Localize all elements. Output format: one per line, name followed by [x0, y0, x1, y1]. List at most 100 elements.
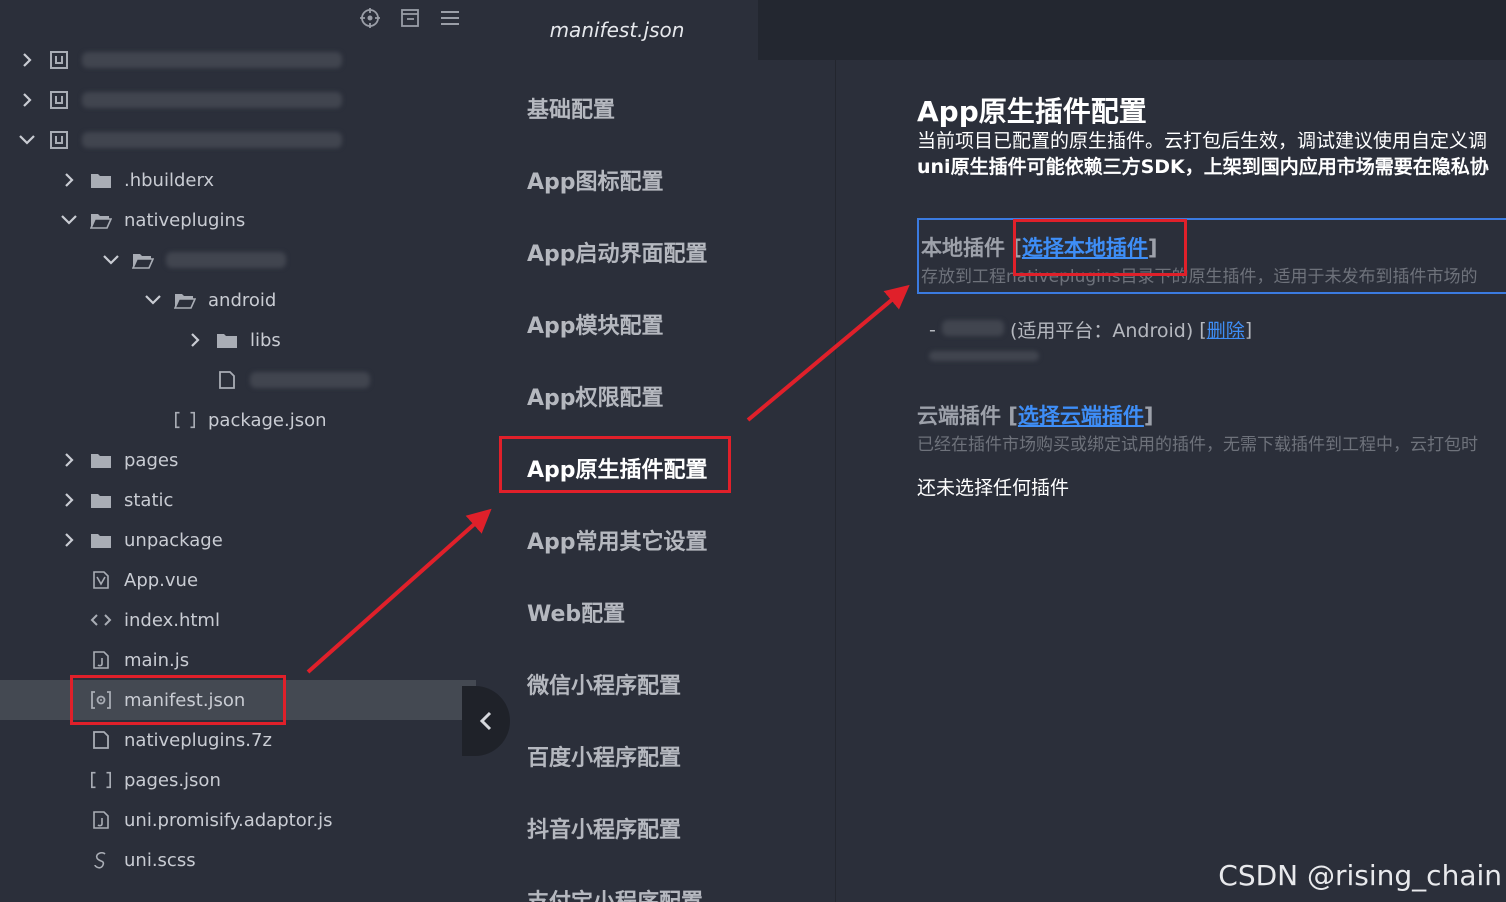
local-plugin-section: 本地插件 [选择本地插件] 存放到工程nativeplugins目录下的原生插件…: [917, 218, 1506, 294]
local-plugin-description: 存放到工程nativeplugins目录下的原生插件，适用于未发布到插件市场的: [921, 267, 1478, 287]
chevron-left-icon: [479, 711, 492, 731]
watermark: CSDN @rising_chain: [1218, 859, 1502, 892]
redacted-text: [166, 252, 286, 268]
tree-item-label: main.js: [124, 649, 190, 671]
tree-item-project-3[interactable]: [0, 120, 476, 160]
tab-manifest-json[interactable]: manifest.json: [476, 0, 758, 60]
locate-icon[interactable]: [358, 6, 382, 30]
highlight-box-manifest: [70, 675, 286, 725]
tree-item-nativeplugins-7z[interactable]: nativeplugins.7z: [0, 720, 476, 760]
chevron-right-icon[interactable]: [18, 91, 36, 109]
tree-item-label: App.vue: [124, 569, 199, 591]
tree-item-label: nativeplugins.7z: [124, 729, 272, 751]
folder-open-icon: [90, 210, 112, 230]
plugin-platform: (适用平台：Android): [1009, 320, 1194, 342]
nav-item-1[interactable]: App图标配置: [527, 164, 664, 196]
tree-item-adaptor-js[interactable]: uni.promisify.adaptor.js: [0, 800, 476, 840]
tree-item-libs[interactable]: libs: [0, 320, 476, 360]
nav-item-0[interactable]: 基础配置: [527, 92, 615, 124]
cloud-plugin-label: 云端插件: [917, 404, 1001, 428]
cloud-plugin-heading: 云端插件 [选择云端插件]: [917, 404, 1154, 428]
tab-label: manifest.json: [549, 18, 685, 42]
editor-tab-bar: manifest.json: [476, 0, 1506, 60]
redacted-text: [250, 372, 370, 388]
select-cloud-plugin-link[interactable]: 选择云端插件: [1018, 404, 1144, 428]
tree-item-index-html[interactable]: index.html: [0, 600, 476, 640]
tree-item-project-1[interactable]: [0, 40, 476, 80]
folder-icon: [90, 170, 112, 190]
nav-item-11[interactable]: 支付宝小程序配置: [527, 884, 703, 902]
plugin-config-panel: App原生插件配置 当前项目已配置的原生插件。云打包后生效，调试建议使用自定义调…: [837, 60, 1506, 902]
project-explorer: .hbuilderx nativeplugins android libs packag…: [0, 0, 476, 902]
tree-item-android[interactable]: android: [0, 280, 476, 320]
tree-item-label: unpackage: [124, 529, 223, 551]
tree-item-label: package.json: [208, 409, 327, 431]
tree-item-label: pages.json: [124, 769, 221, 791]
chevron-down-icon[interactable]: [102, 251, 120, 269]
file-icon: [216, 370, 238, 390]
folder-open-icon: [132, 250, 154, 270]
chevron-placeholder: [60, 851, 78, 869]
tree-item-pages[interactable]: pages: [0, 440, 476, 480]
tree-item-app-vue[interactable]: App.vue: [0, 560, 476, 600]
chevron-right-icon[interactable]: [186, 331, 204, 349]
empty-state-text: 还未选择任何插件: [917, 477, 1070, 499]
nav-item-6[interactable]: App常用其它设置: [527, 524, 708, 556]
nav-item-4[interactable]: App权限配置: [527, 380, 664, 412]
highlight-box-select-local: [1013, 219, 1187, 276]
tree-item-main-js[interactable]: main.js: [0, 640, 476, 680]
scss-icon: [90, 850, 112, 870]
nav-item-8[interactable]: 微信小程序配置: [527, 668, 681, 700]
chevron-right-icon[interactable]: [60, 531, 78, 549]
tree-item-plugin-folder[interactable]: [0, 240, 476, 280]
redacted-text: [82, 92, 342, 108]
chevron-down-icon[interactable]: [144, 291, 162, 309]
nav-item-10[interactable]: 抖音小程序配置: [527, 812, 681, 844]
tree-item-project-2[interactable]: [0, 80, 476, 120]
project-icon: [48, 130, 70, 150]
collapse-all-icon[interactable]: [398, 6, 422, 30]
nav-item-7[interactable]: Web配置: [527, 596, 625, 628]
tree-item-unpackage[interactable]: unpackage: [0, 520, 476, 560]
json-icon: [90, 770, 112, 790]
folder-icon: [216, 330, 238, 350]
tree-item-static[interactable]: static: [0, 480, 476, 520]
redacted-text: [82, 52, 342, 68]
chevron-placeholder: [60, 771, 78, 789]
chevron-down-icon[interactable]: [18, 131, 36, 149]
tree-item-blurred-file[interactable]: [0, 360, 476, 400]
explorer-toolbar: [358, 6, 462, 30]
privacy-notice: uni原生插件可能依赖三方SDK，上架到国内应用市场需要在隐私协: [917, 156, 1489, 178]
chevron-down-icon[interactable]: [60, 211, 78, 229]
local-plugin-label: 本地插件: [921, 236, 1005, 260]
js-icon: [90, 650, 112, 670]
tree-item-hbuilderx[interactable]: .hbuilderx: [0, 160, 476, 200]
file-icon: [90, 730, 112, 750]
chevron-right-icon[interactable]: [18, 51, 36, 69]
folder-icon: [90, 490, 112, 510]
chevron-right-icon[interactable]: [60, 491, 78, 509]
chevron-placeholder: [144, 411, 162, 429]
tree-item-nativeplugins[interactable]: nativeplugins: [0, 200, 476, 240]
folder-icon: [90, 530, 112, 550]
html-icon: [90, 610, 112, 630]
tree-item-label: index.html: [124, 609, 220, 631]
tree-item-pages-json[interactable]: pages.json: [0, 760, 476, 800]
nav-item-3[interactable]: App模块配置: [527, 308, 664, 340]
chevron-placeholder: [60, 571, 78, 589]
delete-plugin-link[interactable]: 删除: [1207, 316, 1245, 343]
nav-item-2[interactable]: App启动界面配置: [527, 236, 708, 268]
chevron-right-icon[interactable]: [60, 451, 78, 469]
nav-item-9[interactable]: 百度小程序配置: [527, 740, 681, 772]
chevron-right-icon[interactable]: [60, 171, 78, 189]
menu-icon[interactable]: [438, 6, 462, 30]
tree-item-label: static: [124, 489, 174, 511]
tree-item-label: pages: [124, 449, 179, 471]
tree-item-label: android: [208, 289, 277, 311]
folder-icon: [90, 450, 112, 470]
plugin-detail-redacted: [929, 346, 1039, 365]
chevron-placeholder: [60, 651, 78, 669]
tree-item-uni-scss[interactable]: uni.scss: [0, 840, 476, 880]
plugin-entry: - (适用平台：Android) [删除]: [929, 316, 1252, 343]
tree-item-package-json[interactable]: package.json: [0, 400, 476, 440]
